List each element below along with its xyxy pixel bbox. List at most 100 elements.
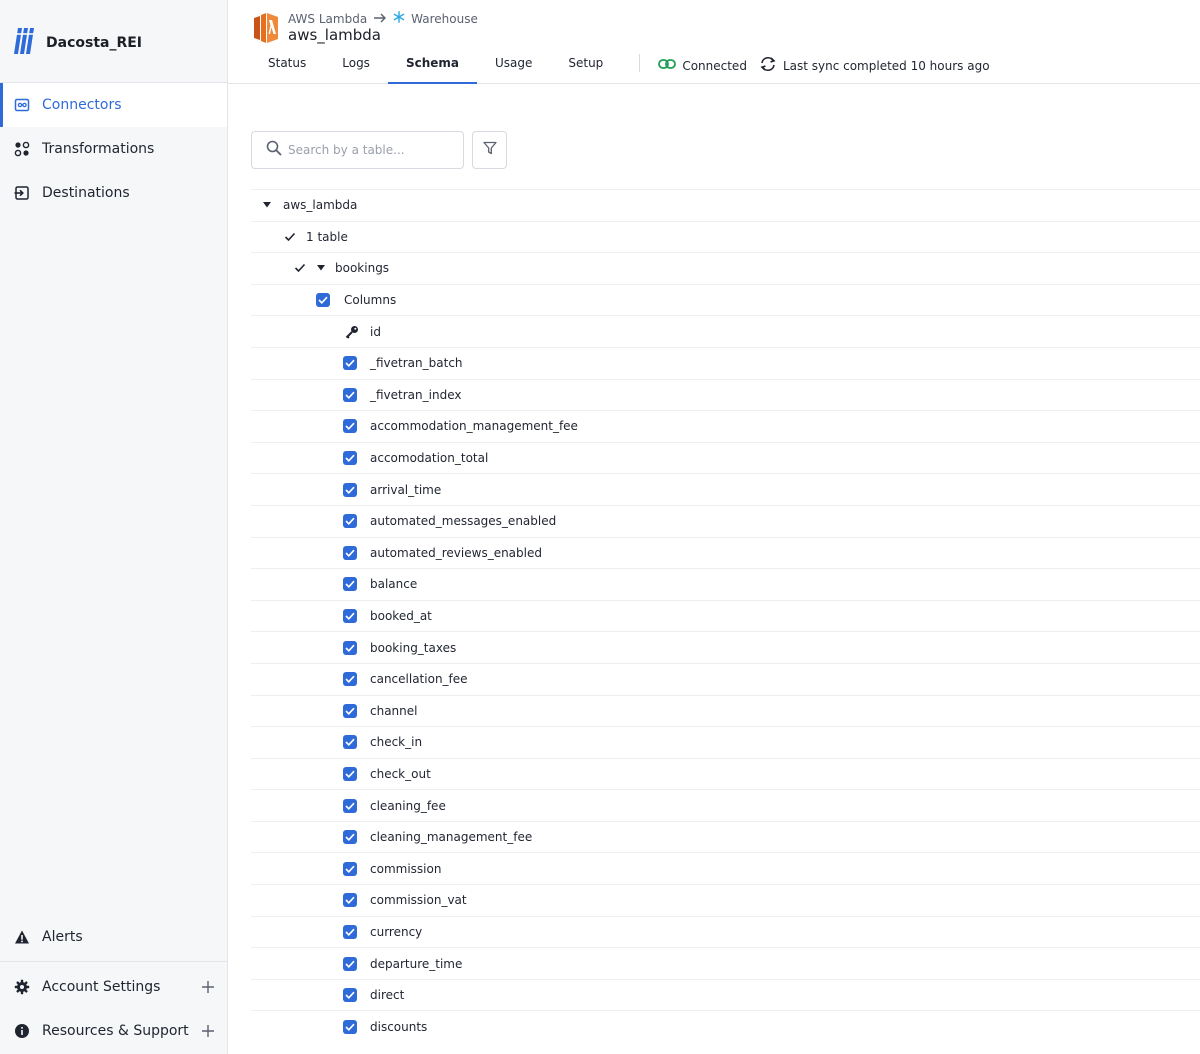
column-checkbox[interactable]: [343, 387, 357, 402]
column-checkbox[interactable]: [343, 861, 357, 876]
column-row[interactable]: check_out: [251, 757, 1200, 790]
column-checkbox[interactable]: [343, 356, 357, 371]
column-checkbox[interactable]: [343, 577, 357, 592]
tab-divider: [639, 54, 641, 72]
key-icon: [345, 325, 359, 339]
caret-down-icon[interactable]: [316, 264, 326, 272]
column-row[interactable]: channel: [251, 694, 1200, 727]
tab-setup[interactable]: Setup: [550, 48, 621, 84]
column-checkbox[interactable]: [343, 735, 357, 750]
sidebar-item-resources-support[interactable]: Resources & Support: [0, 1009, 227, 1053]
column-checkbox[interactable]: [343, 1019, 357, 1034]
sidebar-divider: [0, 961, 227, 962]
tab-logs[interactable]: Logs: [324, 48, 388, 84]
column-name: departure_time: [370, 956, 463, 971]
column-row[interactable]: _fivetran_batch: [251, 346, 1200, 379]
brand-name: Dacosta_REI: [46, 35, 143, 51]
column-row[interactable]: booked_at: [251, 599, 1200, 632]
schema-row-table-count[interactable]: 1 table: [251, 220, 1200, 253]
column-row[interactable]: automated_messages_enabled: [251, 504, 1200, 537]
brand[interactable]: Dacosta_REI: [14, 26, 142, 60]
column-row[interactable]: automated_reviews_enabled: [251, 536, 1200, 569]
info-icon: [14, 1023, 30, 1039]
check-icon[interactable]: [284, 232, 296, 242]
column-checkbox[interactable]: [343, 924, 357, 939]
snowflake-icon: [393, 11, 405, 26]
tab-schema[interactable]: Schema: [387, 48, 478, 84]
column-row[interactable]: discounts: [251, 1010, 1200, 1042]
tab-usage[interactable]: Usage: [477, 48, 550, 84]
column-checkbox[interactable]: [343, 609, 357, 624]
column-row[interactable]: cleaning_management_fee: [251, 820, 1200, 853]
column-checkbox[interactable]: [343, 798, 357, 813]
column-row[interactable]: accommodation_management_fee: [251, 410, 1200, 442]
column-checkbox[interactable]: [343, 514, 357, 529]
column-checkbox[interactable]: [343, 956, 357, 971]
check-icon[interactable]: [294, 263, 306, 273]
column-checkbox[interactable]: [343, 640, 357, 655]
schema-row-columns[interactable]: Columns: [251, 283, 1200, 316]
columns-label: Columns: [344, 293, 397, 308]
column-checkbox[interactable]: [343, 451, 357, 466]
column-checkbox[interactable]: [343, 893, 357, 908]
column-name: booked_at: [370, 609, 432, 624]
connection-status-label: Connected: [682, 58, 747, 73]
column-checkbox[interactable]: [343, 766, 357, 781]
column-checkbox[interactable]: [343, 988, 357, 1003]
column-row[interactable]: check_in: [251, 726, 1200, 758]
column-checkbox[interactable]: [343, 545, 357, 560]
column-row[interactable]: cancellation_fee: [251, 662, 1200, 695]
column-name: automated_reviews_enabled: [370, 545, 542, 560]
schema-row-root[interactable]: aws_lambda: [251, 189, 1200, 221]
column-checkbox[interactable]: [343, 703, 357, 718]
column-row[interactable]: commission: [251, 852, 1200, 884]
breadcrumb: AWS Lambda Warehouse: [288, 11, 478, 26]
column-row[interactable]: arrival_time: [251, 473, 1200, 505]
checkbox-checked-icon: [343, 703, 357, 718]
column-name: discounts: [370, 1019, 428, 1034]
sidebar-item-connectors[interactable]: Connectors: [0, 83, 227, 127]
sidebar-item-account-settings[interactable]: Account Settings: [0, 965, 227, 1009]
checkbox-checked-icon: [343, 956, 357, 971]
breadcrumb-destination[interactable]: Warehouse: [411, 12, 478, 26]
column-name: balance: [370, 577, 418, 592]
breadcrumb-source[interactable]: AWS Lambda: [288, 12, 367, 26]
column-name: channel: [370, 703, 418, 718]
column-row[interactable]: cleaning_fee: [251, 789, 1200, 821]
column-row[interactable]: accomodation_total: [251, 441, 1200, 474]
column-checkbox[interactable]: [343, 672, 357, 687]
table-search[interactable]: [251, 131, 464, 169]
column-checkbox[interactable]: [343, 482, 357, 497]
column-row[interactable]: direct: [251, 978, 1200, 1011]
sync-icon[interactable]: [759, 56, 777, 75]
columns-checkbox[interactable]: [316, 293, 330, 308]
column-name: commission: [370, 861, 442, 876]
column-row[interactable]: commission_vat: [251, 884, 1200, 916]
schema-row-table[interactable]: bookings: [251, 252, 1200, 284]
column-row[interactable]: departure_time: [251, 947, 1200, 979]
sidebar-item-destinations[interactable]: Destinations: [0, 171, 227, 215]
checkbox-checked-icon: [343, 988, 357, 1003]
plus-icon[interactable]: [201, 1024, 215, 1038]
connectors-icon: [14, 97, 30, 113]
column-row[interactable]: currency: [251, 915, 1200, 948]
caret-down-icon[interactable]: [262, 201, 272, 209]
column-row[interactable]: balance: [251, 568, 1200, 600]
checkbox-checked-icon: [316, 293, 330, 308]
sync-status-label: Last sync completed 10 hours ago: [782, 58, 990, 73]
column-checkbox[interactable]: [343, 830, 357, 845]
plus-icon[interactable]: [201, 980, 215, 994]
filter-button[interactable]: [472, 131, 507, 169]
column-row[interactable]: booking_taxes: [251, 631, 1200, 663]
checkbox-checked-icon: [343, 609, 357, 624]
checkbox-checked-icon: [343, 830, 357, 845]
column-row[interactable]: _fivetran_index: [251, 378, 1200, 411]
tab-status[interactable]: Status: [250, 48, 324, 84]
column-name: _fivetran_batch: [370, 356, 463, 371]
sidebar-item-transformations[interactable]: Transformations: [0, 127, 227, 171]
connection-status: Connected Last sync completed 10 hours a…: [658, 48, 990, 75]
arrow-right-icon: [373, 12, 387, 26]
search-input[interactable]: [288, 143, 448, 157]
column-checkbox[interactable]: [343, 419, 357, 434]
sidebar-item-alerts[interactable]: Alerts: [0, 915, 227, 959]
